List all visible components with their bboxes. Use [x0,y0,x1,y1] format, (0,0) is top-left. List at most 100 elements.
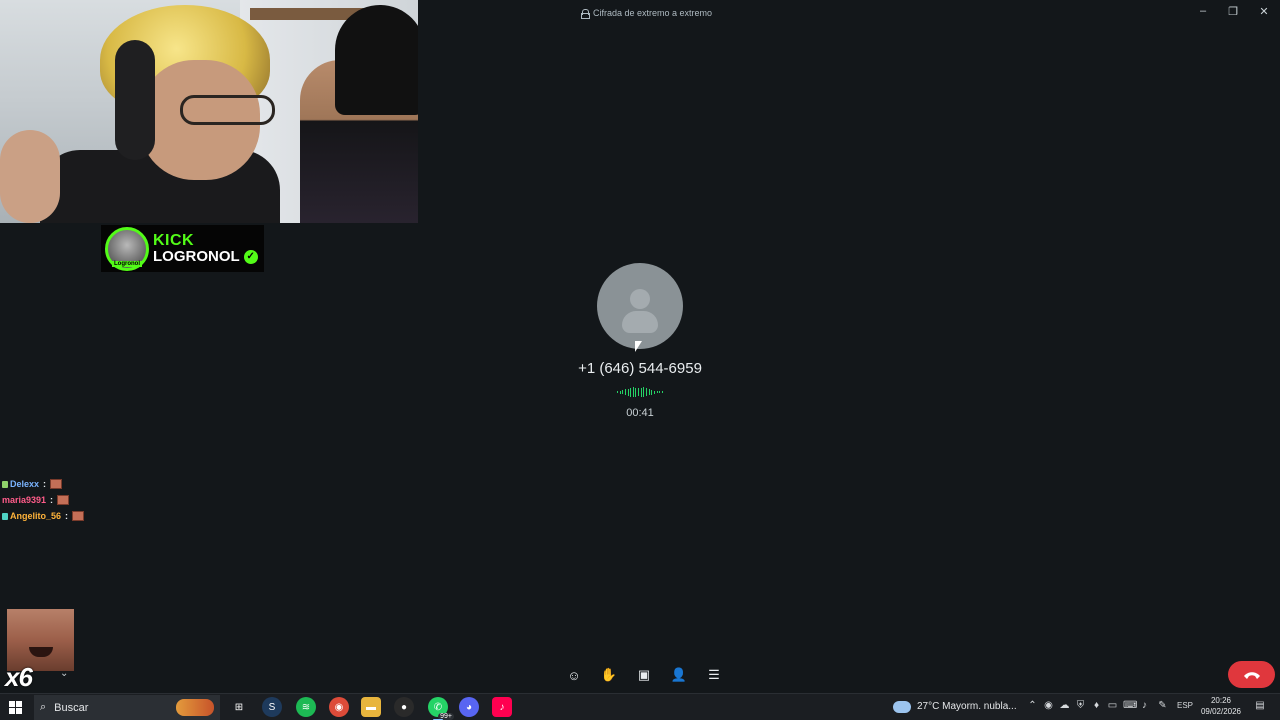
call-timer: 00:41 [626,407,654,419]
chat-username[interactable]: Delexx [10,479,39,489]
encryption-notice: Cifrada de extremo a extremo [581,8,713,19]
wave-bar [661,391,663,393]
obs-taskbar-icon[interactable]: ● [394,697,414,717]
clock-date: 09/02/2026 [1200,707,1242,716]
file-explorer-icon: ▬ [366,701,376,713]
chat-separator: : [43,479,47,489]
wave-bar [622,390,624,394]
kick-channel-badge: Logronol KICK LOGRONOL ✓ [101,225,264,272]
weather-icon [893,700,911,713]
display-icon[interactable]: ▭ [1107,700,1118,712]
whatsapp-call-window: Cifrada de extremo a extremo – ❐ ✕ Logro… [0,0,1280,720]
whatsapp-taskbar-icon[interactable]: ✆ 99+ [428,697,454,720]
wave-bar [630,387,632,397]
restore-button[interactable]: ❐ [1223,2,1243,20]
chat-separator: : [50,495,54,505]
minimize-button[interactable]: – [1193,2,1213,20]
wave-bar [656,391,658,393]
wave-bar [632,387,634,397]
wave-bar [624,389,626,395]
chat-message: Delexx: [2,476,84,492]
volume-icon[interactable]: ♪ [1139,700,1150,712]
network-icon[interactable]: ⌨ [1123,700,1137,712]
windows-taskbar: ⌕ Buscar [0,693,1280,720]
steam-icon: S [268,701,276,713]
contact-avatar [597,263,683,349]
wave-bar [643,387,645,397]
wave-bar [617,391,618,393]
unread-count-badge: 99+ [438,713,454,720]
wave-bar [619,390,621,394]
clock-time: 20:26 [1210,696,1232,705]
shield-icon[interactable]: ⛨ [1075,700,1086,712]
wave-bar [653,390,655,394]
taskbar-search[interactable]: ⌕ Buscar [34,695,220,720]
raise-hand-button[interactable]: ✋ [598,664,620,686]
search-icon: ⌕ [40,701,47,713]
discord-taskbar-icon[interactable]: ◕ [459,697,479,717]
end-call-button[interactable] [1228,661,1275,688]
channel-avatar: Logronol [105,226,149,271]
hang-up-icon [1243,671,1260,679]
tiktok-icon: ♪ [499,701,505,713]
chat-emote-icon [72,511,85,521]
record-icon[interactable]: ◉ [1043,700,1054,712]
avatar-tag: Logronol [112,260,142,267]
tiktok-taskbar-icon[interactable]: ♪ [492,697,512,717]
headset [115,40,155,160]
more-options-button[interactable]: ☰ [703,664,725,686]
notifications-icon[interactable]: ▤ [1252,700,1268,712]
stream-chat: Delexx: maria9391: Angelito_56: [2,476,85,524]
chat-message: Angelito_56: [2,508,85,524]
contact-phone-number: +1 (646) 544-6959 [578,360,702,377]
task-view-taskbar-icon[interactable]: ⊞ [229,697,249,717]
wave-bar [648,389,650,395]
more-options-icon: ☰ [708,667,720,682]
wave-bar [646,388,648,396]
clock[interactable]: 20:26 09/02/2026 [1198,695,1244,717]
emote-combo-count: x6 [5,662,33,692]
system-tray: 27°C Mayorm. nubla... [893,693,1017,720]
file-explorer-taskbar-icon[interactable]: ▬ [361,697,381,717]
chrome-icon: ◉ [334,701,344,713]
cloud-icon[interactable]: ☁ [1059,700,1070,712]
chevron-up-icon[interactable]: ⌃ [1027,700,1038,712]
emoji-button[interactable]: ☺ [563,664,585,686]
lock-icon [581,9,590,19]
chat-emote-icon [57,495,70,505]
weather-text[interactable]: 27°C Mayorm. nubla... [917,701,1017,712]
chrome-taskbar-icon[interactable]: ◉ [329,697,349,717]
raise-hand-icon: ✋ [600,667,618,682]
wave-bar [638,388,640,396]
search-placeholder: Buscar [54,701,89,714]
task-view-icon: ⊞ [234,701,244,713]
user-badge-icon [2,480,8,488]
obs-icon: ● [400,701,408,713]
audio-wave-indicator [617,387,663,397]
microphone-icon[interactable]: ♦ [1091,700,1102,712]
add-participant-button[interactable]: 👤 [668,664,690,686]
whatsapp-icon: ✆ [433,701,443,713]
steam-taskbar-icon[interactable]: S [262,697,282,717]
spotify-taskbar-icon[interactable]: ≋ [296,697,316,717]
user-badge-icon [2,512,8,520]
share-screen-icon: ▣ [637,667,651,682]
emoji-icon: ☺ [567,667,581,683]
pen-icon[interactable]: ✎ [1157,700,1168,712]
chat-username[interactable]: Angelito_56 [10,511,61,521]
share-screen-button[interactable]: ▣ [633,664,655,686]
wave-bar [640,387,642,397]
streamer-webcam [0,0,418,223]
chat-separator: : [65,511,69,521]
chat-username[interactable]: maria9391 [2,495,46,505]
channel-name: LOGRONOL [153,248,240,265]
close-button[interactable]: ✕ [1254,2,1274,20]
chevron-down-icon[interactable]: ⌄ [60,668,68,679]
chat-emote-icon [50,479,63,489]
wave-bar [651,389,653,395]
language-indicator[interactable]: ESP [1176,700,1194,712]
encryption-text: Cifrada de extremo a extremo [593,8,713,18]
verified-icon: ✓ [243,249,258,264]
discord-icon: ◕ [465,701,473,713]
windows-start-icon[interactable] [9,701,22,714]
